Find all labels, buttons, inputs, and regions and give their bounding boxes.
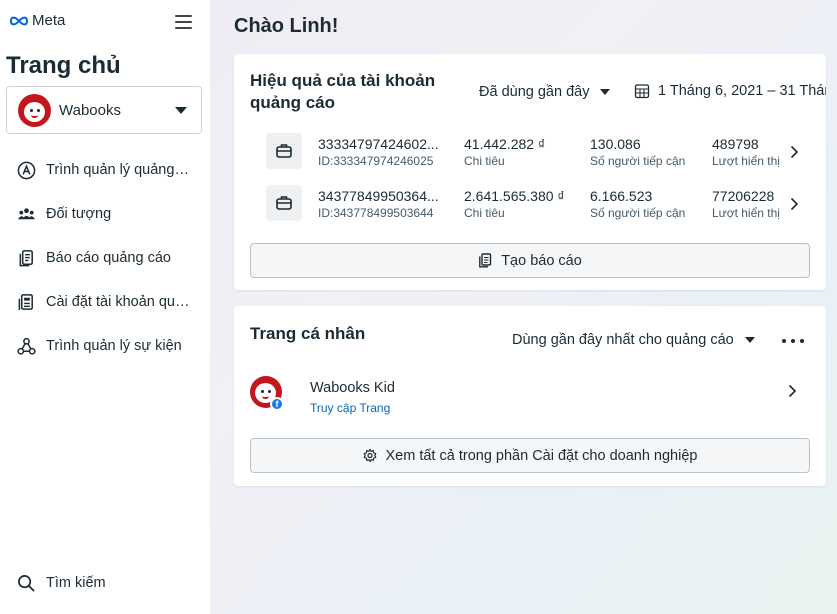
sidebar-item-label: Báo cáo quảng cáo [46, 250, 171, 266]
account-avatar [18, 93, 51, 127]
gear-icon [363, 448, 376, 463]
page-title: Trang chủ [6, 52, 121, 79]
sidebar: Meta Trang chủ Wabooks Trình quản lý quả… [0, 0, 210, 614]
account-settings-icon [18, 293, 33, 310]
chevron-down-icon [175, 107, 187, 114]
facebook-icon: f [270, 397, 284, 411]
caret-down-icon [744, 337, 755, 343]
date-range-label: 1 Tháng 6, 2021 – 31 Tháng [658, 83, 826, 99]
profile-card: Trang cá nhân Dùng gần đây nhất cho quản… [234, 306, 826, 486]
ads-manager-icon [17, 161, 36, 179]
sidebar-item-ads-manager[interactable]: Trình quản lý quảng cáo [0, 148, 210, 192]
sidebar-item-label: Cài đặt tài khoản quảng cáo [46, 294, 191, 310]
visit-page-link[interactable]: Truy cập Trang [310, 401, 390, 415]
sidebar-item-ad-reports[interactable]: Báo cáo quảng cáo [0, 236, 210, 280]
recent-filter-label: Đã dùng gần đây [479, 84, 590, 100]
events-manager-icon [17, 337, 36, 355]
search-icon [18, 574, 35, 592]
brand-text: Meta [32, 12, 66, 29]
sidebar-item-label: Tìm kiếm [46, 575, 106, 591]
reach-value: 130.086 [590, 136, 641, 152]
meta-logo[interactable]: Meta [9, 12, 65, 29]
audience-icon [17, 207, 36, 219]
caret-down-icon [600, 89, 611, 95]
spend-label: Chi tiêu [464, 154, 505, 168]
date-range-picker[interactable]: 1 Tháng 6, 2021 – 31 Tháng [634, 83, 826, 99]
account-name: 33334797424602... [318, 136, 439, 152]
report-icon [19, 249, 33, 266]
impressions-label: Lượt hiển thị [712, 206, 780, 220]
chevron-right-icon[interactable] [785, 384, 799, 398]
account-name: 34377849950364... [318, 188, 439, 204]
sidebar-item-label: Đối tượng [46, 206, 112, 222]
reach-label: Số người tiếp cận [590, 154, 686, 168]
account-id: ID:333347974246025 [318, 154, 434, 168]
calendar-icon [634, 84, 650, 99]
impressions-value: 489798 [712, 136, 759, 152]
account-selector[interactable]: Wabooks [6, 86, 202, 134]
chevron-right-icon[interactable] [787, 197, 801, 211]
business-settings-button[interactable]: Xem tất cả trong phần Cài đặt cho doanh … [250, 438, 810, 473]
page-filter-label: Dùng gần đây nhất cho quảng cáo [512, 332, 734, 348]
greeting: Chào Linh! [234, 15, 339, 37]
ad-account-row[interactable]: 34377849950364... ID:343778499503644 2.64… [250, 183, 826, 233]
menu-icon[interactable] [175, 15, 192, 29]
sidebar-item-account-settings[interactable]: Cài đặt tài khoản quảng cáo [0, 280, 210, 324]
reach-label: Số người tiếp cận [590, 206, 686, 220]
meta-infinity-icon [9, 16, 29, 25]
card-title: Trang cá nhân [250, 324, 366, 343]
sidebar-item-label: Trình quản lý sự kiện [46, 338, 182, 354]
page-row[interactable]: f Wabooks Kid Truy cập Trang [234, 372, 826, 418]
reach-value: 6.166.523 [590, 188, 653, 204]
ad-account-performance-card: Hiệu quả của tài khoản quảng cáo Đã dùng… [234, 54, 826, 290]
chevron-right-icon[interactable] [787, 145, 801, 159]
account-name: Wabooks [59, 101, 121, 119]
briefcase-icon [266, 185, 302, 221]
sidebar-item-events-manager[interactable]: Trình quản lý sự kiện [0, 324, 210, 368]
sidebar-item-label: Trình quản lý quảng cáo [46, 162, 191, 178]
account-id: ID:343778499503644 [318, 206, 434, 220]
sidebar-item-audience[interactable]: Đối tượng [0, 192, 210, 236]
ad-account-row[interactable]: 33334797424602... ID:333347974246025 41.4… [250, 131, 826, 181]
page-name: Wabooks Kid [310, 380, 395, 396]
more-options-icon[interactable] [782, 336, 804, 346]
spend-value: 41.442.282 ₫ [464, 136, 546, 152]
page-avatar: f [250, 376, 284, 411]
report-icon [479, 253, 492, 268]
card-title: Hiệu quả của tài khoản quảng cáo [250, 71, 436, 112]
business-settings-label: Xem tất cả trong phần Cài đặt cho doanh … [385, 447, 698, 464]
impressions-value: 77206228 [712, 188, 775, 204]
recent-filter-dropdown[interactable]: Đã dùng gần đây [479, 84, 611, 100]
briefcase-icon [266, 133, 302, 169]
create-report-button[interactable]: Tạo báo cáo [250, 243, 810, 278]
sidebar-nav: Trình quản lý quảng cáo Đối tượng Báo cá… [0, 148, 210, 368]
create-report-label: Tạo báo cáo [501, 252, 582, 269]
spend-label: Chi tiêu [464, 206, 505, 220]
sidebar-item-search[interactable]: Tìm kiếm [0, 561, 191, 605]
page-filter-dropdown[interactable]: Dùng gần đây nhất cho quảng cáo [512, 332, 755, 348]
spend-value: 2.641.565.380 ₫ [464, 188, 565, 204]
impressions-label: Lượt hiển thị [712, 154, 780, 168]
